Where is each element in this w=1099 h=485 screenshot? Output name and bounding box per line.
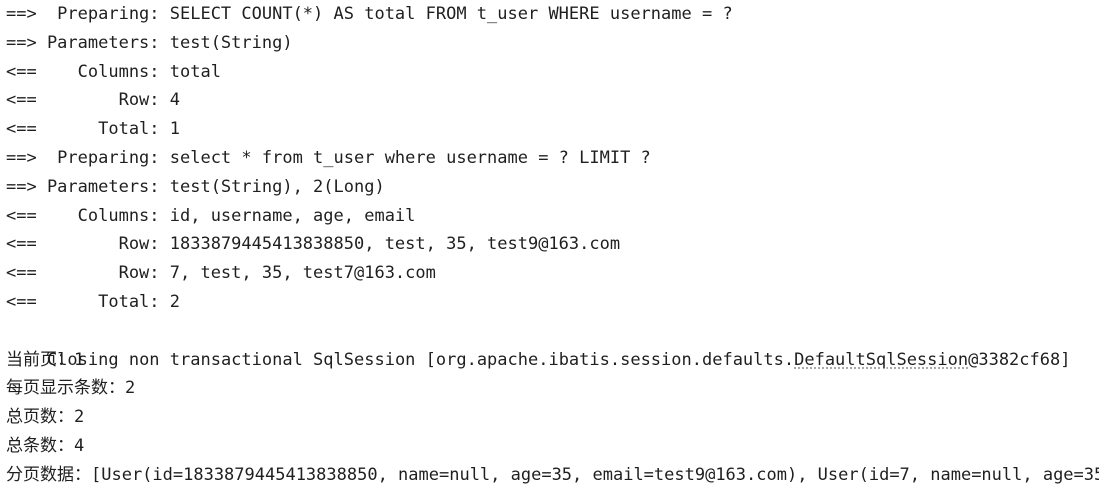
closing-session-prefix: Closing non transactional SqlSession [or… [46, 349, 795, 370]
console-output: ==> Preparing: SELECT COUNT(*) AS total … [6, 0, 1099, 485]
log-line-row-1: <== Row: 1833879445413838850, test, 35, … [6, 234, 621, 255]
log-line-preparing-count: ==> Preparing: SELECT COUNT(*) AS total … [6, 4, 733, 24]
log-line-parameters-select: ==> Parameters: test(String), 2(Long) [6, 176, 385, 197]
log-line-total-select: <== Total: 2 [6, 291, 180, 312]
class-reference-link[interactable]: DefaultSqlSession [794, 350, 968, 370]
log-line-preparing-select: ==> Preparing: select * from t_user wher… [6, 147, 651, 168]
log-line-row-count: <== Row: 4 [6, 90, 180, 111]
output-total-records: 总条数：4 [6, 435, 85, 456]
closing-session-suffix: @3382cf68] [968, 349, 1071, 370]
log-line-parameters-count: ==> Parameters: test(String) [6, 32, 293, 53]
log-line-columns-count: <== Columns: total [6, 61, 221, 82]
log-line-row-2: <== Row: 7, test, 35, test7@163.com [6, 263, 436, 284]
log-line-closing-session: Closing non transactional SqlSession [or… [6, 317, 1099, 370]
output-total-pages: 总页数：2 [6, 407, 85, 428]
log-line-columns-select: <== Columns: id, username, age, email [6, 205, 416, 226]
output-page-data: 分页数据：[User(id=1833879445413838850, name=… [6, 464, 1099, 485]
output-page-size: 每页显示条数：2 [6, 378, 136, 399]
log-line-total-count: <== Total: 1 [6, 119, 180, 140]
